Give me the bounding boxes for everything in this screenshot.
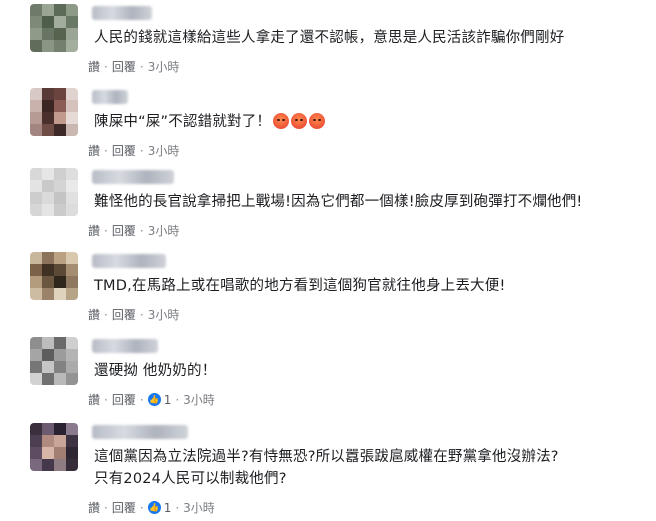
reply-button[interactable]: 回覆 (112, 58, 136, 75)
avatar[interactable] (30, 88, 78, 136)
comment-timestamp[interactable]: 3小時 (148, 142, 180, 159)
angry-emoji-icon (273, 113, 290, 129)
separator: · (104, 392, 108, 407)
comment-timestamp[interactable]: 3小時 (148, 306, 180, 323)
separator: · (139, 392, 144, 407)
comment-actions: 讚 · 回覆 · 3小時 (88, 306, 179, 323)
comment-actions: 讚 · 回覆 · 👍 1 · 3小時 (88, 499, 215, 516)
like-button[interactable]: 讚 (88, 391, 100, 408)
comment-text: 人民的錢就這樣給這些人拿走了還不認帳，意思是人民活該詐騙你們剛好 (94, 30, 565, 46)
reaction-count-value: 1 (163, 500, 172, 515)
separator: · (175, 500, 180, 515)
comment-text: 還硬拗 他奶奶的！ (94, 363, 217, 379)
comment-timestamp[interactable]: 3小時 (183, 391, 215, 408)
separator: · (139, 143, 144, 158)
comment-bubble: TMD,在馬路上或在唱歌的地方看到這個狗官就往他身上丟大便! (84, 266, 515, 305)
avatar[interactable] (30, 4, 78, 52)
angry-emoji-icon (291, 113, 308, 129)
separator: · (139, 307, 144, 322)
comment-timestamp[interactable]: 3小時 (183, 499, 215, 516)
comment-text: 只有2024人民可以制裁他們? (94, 471, 287, 487)
comment-timestamp[interactable]: 3小時 (148, 222, 180, 239)
comment-text: 這個黨因為立法院過半?有恃無恐?所以囂張跋扈威權在野黨拿他沒辦法? (94, 449, 559, 465)
reply-button[interactable]: 回覆 (112, 391, 136, 408)
like-button[interactable]: 讚 (88, 58, 100, 75)
comment-text: 陳屎中“屎”不認錯就對了！ (94, 111, 326, 133)
comment-text: TMD,在馬路上或在唱歌的地方看到這個狗官就往他身上丟大便! (94, 278, 506, 294)
separator: · (104, 307, 108, 322)
reply-button[interactable]: 回覆 (112, 142, 136, 159)
comment-actions: 讚 · 回覆 · 3小時 (88, 222, 179, 239)
avatar[interactable] (30, 252, 78, 300)
avatar[interactable] (30, 423, 78, 471)
angry-emoji-icon (309, 113, 326, 129)
separator: · (104, 59, 108, 74)
comment-actions: 讚 · 回覆 · 👍 1 · 3小時 (88, 391, 215, 408)
separator: · (104, 223, 108, 238)
comment-bubble: 難怪他的長官說拿掃把上戰場!因為它們都一個樣!臉皮厚到砲彈打不爛他們! (84, 182, 592, 221)
comment-text: 難怪他的長官說拿掃把上戰場!因為它們都一個樣!臉皮厚到砲彈打不爛他們! (94, 194, 583, 210)
thumbs-up-icon: 👍 (147, 501, 161, 514)
like-button[interactable]: 讚 (88, 222, 100, 239)
comment-bubble: 人民的錢就這樣給這些人拿走了還不認帳，意思是人民活該詐騙你們剛好 (84, 18, 574, 57)
comment-actions: 讚 · 回覆 · 3小時 (88, 58, 179, 75)
reply-button[interactable]: 回覆 (112, 222, 136, 239)
reaction-count[interactable]: 👍 1 (147, 392, 172, 407)
avatar[interactable] (30, 168, 78, 216)
reaction-count[interactable]: 👍 1 (147, 500, 172, 515)
separator: · (139, 223, 144, 238)
separator: · (139, 59, 144, 74)
separator: · (104, 500, 108, 515)
avatar[interactable] (30, 337, 78, 385)
reply-button[interactable]: 回覆 (112, 499, 136, 516)
reply-button[interactable]: 回覆 (112, 306, 136, 323)
reaction-count-value: 1 (163, 392, 172, 407)
like-button[interactable]: 讚 (88, 306, 100, 323)
comment-timestamp[interactable]: 3小時 (148, 58, 180, 75)
separator: · (175, 392, 180, 407)
like-button[interactable]: 讚 (88, 499, 100, 516)
comment-bubble: 陳屎中“屎”不認錯就對了！ (84, 102, 335, 141)
comment-bubble: 還硬拗 他奶奶的！ (84, 351, 226, 390)
like-button[interactable]: 讚 (88, 142, 100, 159)
separator: · (139, 500, 144, 515)
comment-text-content: 陳屎中“屎”不認錯就對了！ (94, 114, 272, 130)
comment-actions: 讚 · 回覆 · 3小時 (88, 142, 179, 159)
thumbs-up-icon: 👍 (147, 393, 161, 406)
comment-bubble: 這個黨因為立法院過半?有恃無恐?所以囂張跋扈威權在野黨拿他沒辦法? 只有2024… (84, 437, 569, 498)
separator: · (104, 143, 108, 158)
